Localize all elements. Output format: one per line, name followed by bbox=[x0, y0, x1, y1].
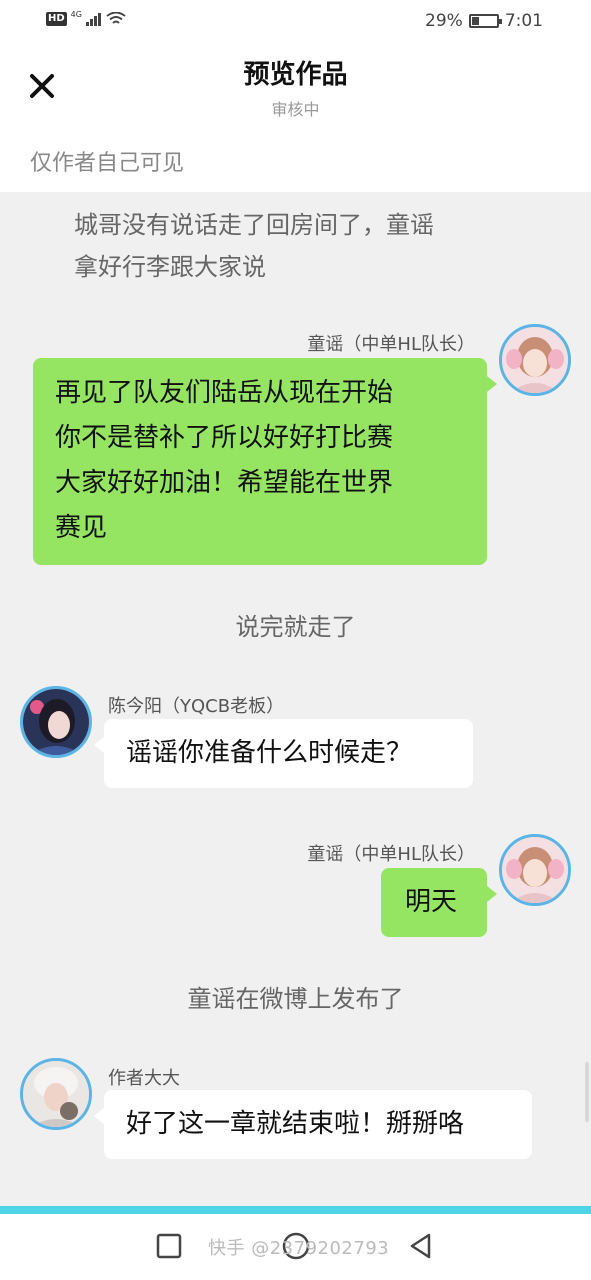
accent-divider bbox=[0, 1206, 591, 1214]
network-type: 4G bbox=[70, 9, 82, 19]
avatar-tongyao-image bbox=[502, 837, 568, 903]
recent-apps-button[interactable] bbox=[153, 1230, 185, 1262]
watermark: 快手 @2379202793 bbox=[208, 1238, 390, 1259]
page-subtitle: 审核中 bbox=[271, 100, 320, 119]
avatar-tongyao-image bbox=[502, 327, 568, 393]
message-bubble[interactable]: 谣谣你准备什么时候走？ bbox=[94, 719, 473, 788]
clock: 7:01 bbox=[504, 11, 543, 31]
square-icon bbox=[156, 1233, 182, 1259]
back-button[interactable] bbox=[405, 1230, 437, 1262]
avatar[interactable] bbox=[499, 834, 571, 906]
speaker-name: 童谣（中单HL队长） bbox=[307, 844, 475, 865]
narration: 说完就走了 bbox=[235, 613, 356, 641]
page-title: 预览作品 bbox=[243, 60, 348, 90]
triangle-back-icon bbox=[410, 1233, 431, 1259]
message-bubble[interactable]: 再见了队友们陆岳从现在开始 你不是替补了所以好好打比赛 大家好好加油！希望能在世… bbox=[33, 358, 497, 565]
speaker-name: 陈今阳（YQCB老板） bbox=[108, 696, 285, 717]
narration-line: 城哥没有说话走了回房间了，童谣 bbox=[74, 211, 434, 239]
message-bubble[interactable]: 明天 bbox=[381, 868, 497, 937]
speaker-name: 作者大大 bbox=[108, 1068, 180, 1089]
hd-badge: HD bbox=[46, 12, 67, 26]
chat-area[interactable]: 城哥没有说话走了回房间了，童谣 拿好行李跟大家说 童谣（中单HL队长） 再见了队… bbox=[0, 192, 591, 1206]
message-line: 再见了队友们陆岳从现在开始 bbox=[55, 378, 394, 408]
navigation-bar: 快手 @2379202793 bbox=[0, 1214, 591, 1280]
visibility-note: 仅作者自己可见 bbox=[30, 151, 185, 176]
message-bubble[interactable]: 好了这一章就结束啦！掰掰咯 bbox=[94, 1090, 532, 1159]
narration: 城哥没有说话走了回房间了，童谣 拿好行李跟大家说 bbox=[74, 204, 434, 288]
message-line: 你不是替补了所以好好打比赛 bbox=[55, 423, 394, 453]
avatar[interactable] bbox=[499, 324, 571, 396]
message-line: 赛见 bbox=[55, 513, 108, 543]
status-bar: HD 4G 29% 7:01 bbox=[0, 0, 591, 44]
status-left: HD 4G bbox=[46, 9, 126, 26]
battery-icon bbox=[468, 14, 502, 28]
wifi-icon bbox=[106, 12, 126, 24]
header: 预览作品 审核中 bbox=[0, 44, 591, 132]
scrollbar[interactable] bbox=[585, 1062, 589, 1122]
avatar[interactable] bbox=[20, 686, 92, 758]
avatar-author-image bbox=[23, 1061, 89, 1127]
message-line: 大家好好加油！希望能在世界 bbox=[55, 468, 394, 498]
status-right: 29% 7:01 bbox=[425, 11, 543, 31]
battery-fill bbox=[471, 17, 480, 25]
narration-line: 拿好行李跟大家说 bbox=[74, 253, 266, 281]
speaker-name: 童谣（中单HL队长） bbox=[307, 334, 475, 355]
battery-percent: 29% bbox=[425, 11, 463, 31]
narration: 童谣在微博上发布了 bbox=[187, 985, 404, 1013]
avatar-chenjinyang-image bbox=[23, 689, 89, 755]
signal-icon bbox=[85, 13, 101, 26]
avatar[interactable] bbox=[20, 1058, 92, 1130]
